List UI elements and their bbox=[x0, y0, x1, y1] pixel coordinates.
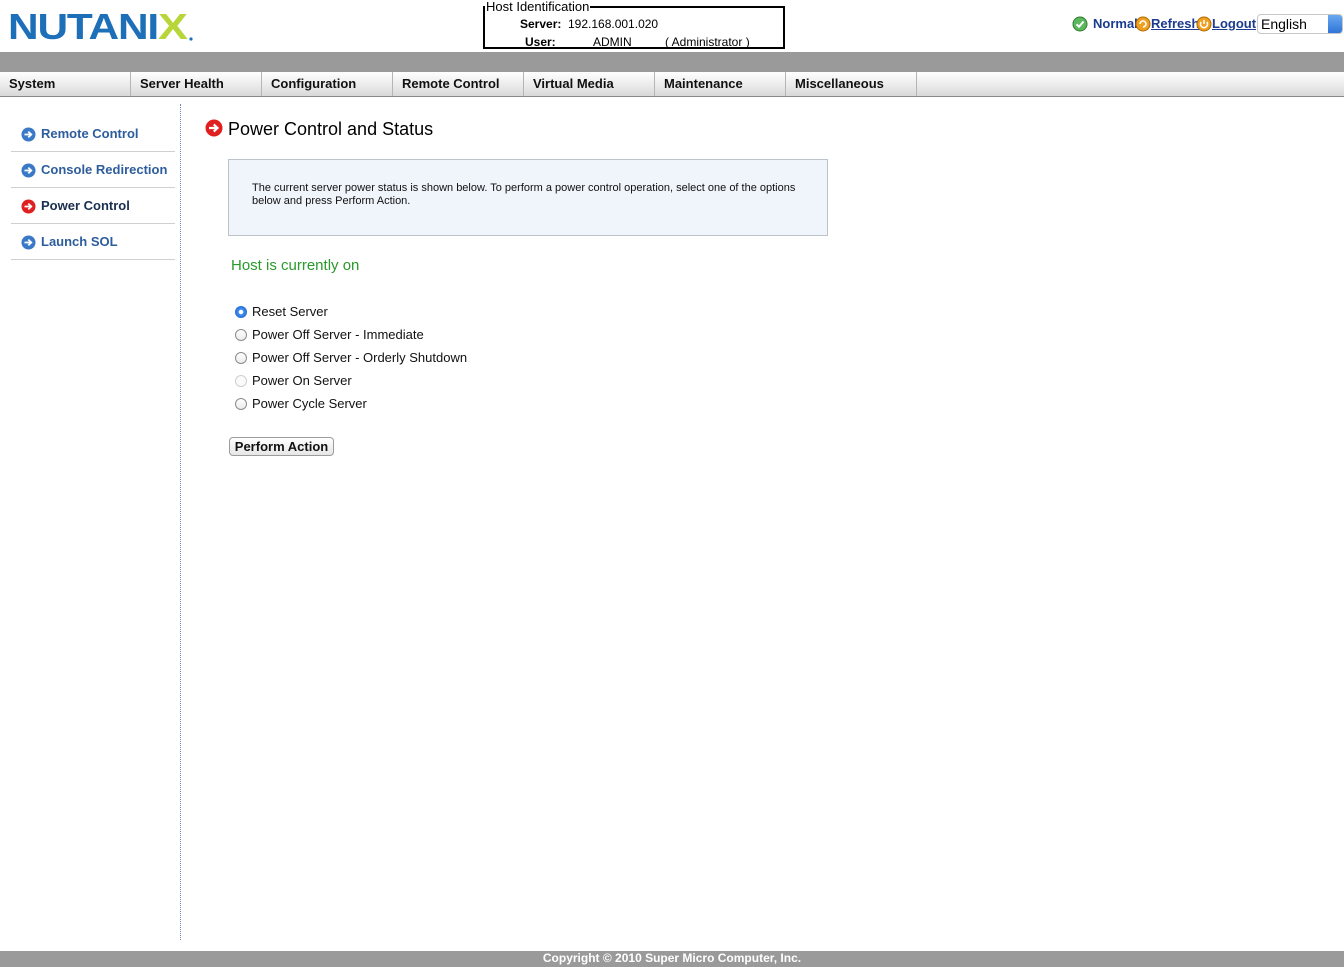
select-arrows-icon bbox=[1328, 15, 1342, 33]
nav-server-health[interactable]: Server Health bbox=[131, 72, 262, 96]
nav-configuration[interactable]: Configuration bbox=[262, 72, 393, 96]
language-select-value: English bbox=[1261, 16, 1307, 32]
sidebar-item-power-control[interactable]: Power Control bbox=[11, 188, 175, 224]
arrow-right-circle-icon bbox=[21, 235, 36, 250]
option-label: Power Cycle Server bbox=[252, 396, 367, 411]
nav-miscellaneous[interactable]: Miscellaneous bbox=[786, 72, 917, 96]
nutanix-logo: NUTANI X bbox=[8, 10, 193, 42]
host-identification-box: Host Identification Server: 192.168.001.… bbox=[483, 0, 785, 49]
svg-text:X: X bbox=[158, 10, 188, 42]
sidebar-item-launch-sol[interactable]: Launch SOL bbox=[11, 224, 175, 260]
main-nav: System Server Health Configuration Remot… bbox=[0, 72, 1344, 97]
user-role: ( Administrator ) bbox=[665, 35, 750, 49]
server-label: Server: bbox=[520, 17, 562, 31]
info-box: The current server power status is shown… bbox=[228, 159, 828, 236]
sidebar-item-label: Power Control bbox=[41, 198, 130, 213]
refresh-link[interactable]: Refresh bbox=[1151, 16, 1199, 32]
user-value: ADMIN bbox=[593, 35, 632, 49]
nav-virtual-media[interactable]: Virtual Media bbox=[524, 72, 655, 96]
logout-link[interactable]: Logout bbox=[1212, 16, 1256, 32]
radio-reset-server[interactable] bbox=[235, 306, 247, 318]
nav-maintenance[interactable]: Maintenance bbox=[655, 72, 786, 96]
radio-power-off-immediate[interactable] bbox=[235, 329, 247, 341]
header-band bbox=[0, 52, 1344, 72]
sidebar-item-label: Launch SOL bbox=[41, 234, 118, 249]
host-identification-legend: Host Identification bbox=[485, 0, 591, 14]
arrow-right-circle-icon bbox=[21, 163, 36, 178]
sidebar-item-console-redirection[interactable]: Console Redirection bbox=[11, 152, 175, 188]
sidebar-item-label: Remote Control bbox=[41, 126, 139, 141]
option-label: Power Off Server - Immediate bbox=[252, 327, 424, 342]
arrow-right-circle-icon bbox=[21, 127, 36, 142]
arrow-right-circle-icon bbox=[21, 199, 36, 214]
sidebar-item-remote-control[interactable]: Remote Control bbox=[11, 116, 175, 152]
server-value: 192.168.001.020 bbox=[568, 17, 659, 31]
sidebar-item-label: Console Redirection bbox=[41, 162, 168, 177]
option-label: Power Off Server - Orderly Shutdown bbox=[252, 350, 468, 365]
check-circle-icon bbox=[1072, 16, 1088, 32]
option-label: Power On Server bbox=[252, 373, 352, 388]
perform-action-button[interactable]: Perform Action bbox=[229, 437, 334, 456]
sidebar-divider bbox=[180, 104, 181, 940]
host-status: Host is currently on bbox=[231, 257, 360, 274]
page-title: Power Control and Status bbox=[228, 119, 434, 139]
logout-icon[interactable] bbox=[1196, 16, 1212, 32]
arrow-right-circle-icon bbox=[205, 119, 223, 137]
radio-power-off-orderly[interactable] bbox=[235, 352, 247, 364]
footer-copyright: Copyright © 2010 Super Micro Computer, I… bbox=[0, 951, 1344, 967]
language-select[interactable]: English bbox=[1257, 14, 1343, 34]
svg-text:NUTANI: NUTANI bbox=[8, 10, 158, 42]
radio-power-on bbox=[235, 375, 247, 387]
option-label: Reset Server bbox=[252, 304, 328, 319]
user-label: User: bbox=[525, 35, 556, 49]
refresh-icon[interactable] bbox=[1135, 16, 1151, 32]
status-normal: Normal bbox=[1093, 16, 1138, 31]
nav-system[interactable]: System bbox=[0, 72, 131, 96]
radio-power-cycle[interactable] bbox=[235, 398, 247, 410]
nav-remote-control[interactable]: Remote Control bbox=[393, 72, 524, 96]
info-text: The current server power status is shown… bbox=[252, 182, 796, 207]
